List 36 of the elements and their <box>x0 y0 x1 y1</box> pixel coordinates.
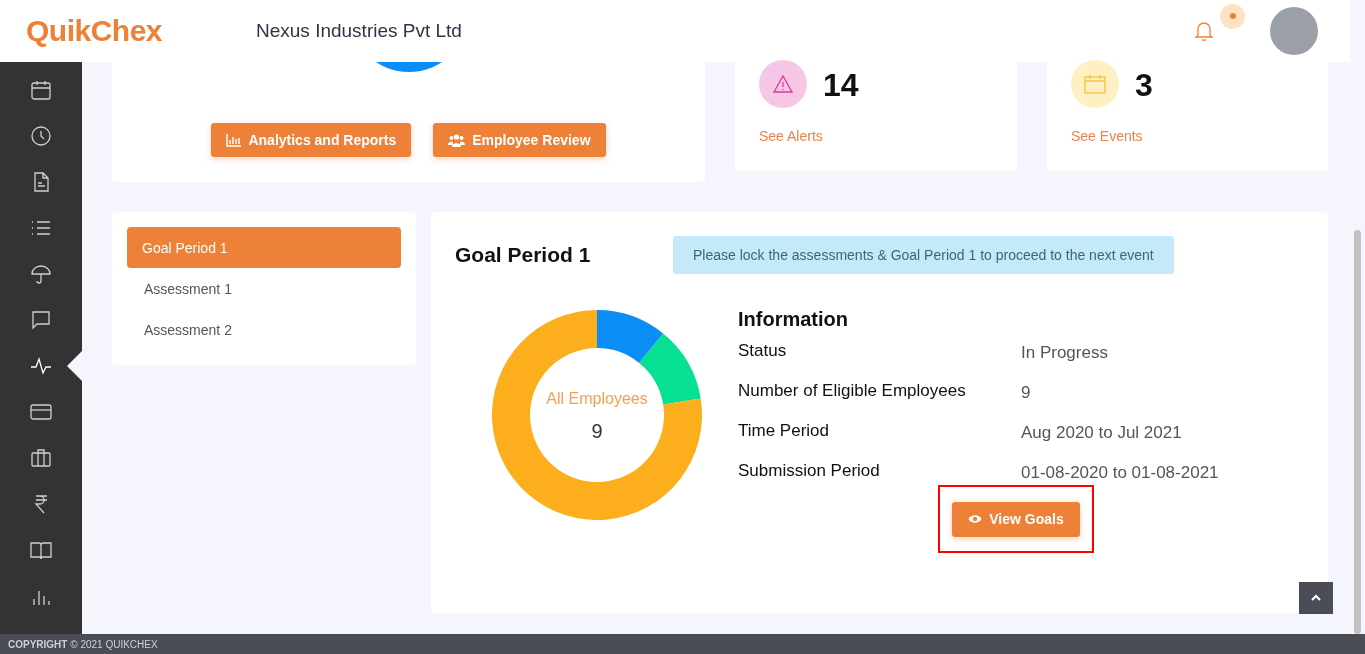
logo[interactable]: QuikChex <box>26 14 230 48</box>
company-name: Nexus Industries Pvt Ltd <box>256 20 462 42</box>
info-value: Aug 2020 to Jul 2021 <box>1021 423 1182 443</box>
see-link[interactable]: See Events <box>1071 128 1304 144</box>
info-value: 9 <box>1021 383 1031 403</box>
notice-banner: Please lock the assessments & Goal Period 1 to proceed to the next event <box>673 236 1174 274</box>
period-item[interactable]: Goal Period 1 <box>127 227 401 268</box>
info-value: In Progress <box>1021 343 1108 363</box>
stat-count: 14 <box>823 66 859 104</box>
period-item[interactable]: Assessment 1 <box>127 268 401 309</box>
review-button[interactable]: Employee Review <box>433 123 606 157</box>
period-item[interactable]: Assessment 2 <box>127 309 401 350</box>
info-label: Time Period <box>738 421 830 441</box>
avatar[interactable] <box>1270 7 1318 55</box>
view-goals-button[interactable]: View Goals <box>952 501 1080 537</box>
bar-chart-icon <box>226 133 242 147</box>
analytics-button[interactable]: Analytics and Reports <box>211 123 412 157</box>
period-title: Goal Period 1 <box>455 243 592 267</box>
eye-icon <box>968 514 983 524</box>
calendar-icon <box>1071 60 1119 108</box>
users-icon <box>448 133 466 147</box>
scroll-top-button[interactable] <box>1299 582 1333 614</box>
info-label: Number of Eligible Employees <box>738 381 967 401</box>
donut-total: 9 <box>591 420 603 443</box>
donut-label: All Employees <box>546 390 648 408</box>
bell-icon[interactable] <box>1194 20 1214 42</box>
info-label: Status <box>738 341 788 361</box>
info-heading: Information <box>738 308 849 331</box>
stat-count: 3 <box>1135 66 1153 104</box>
warning-icon <box>759 60 807 108</box>
info-label: Submission Period <box>738 461 881 481</box>
see-link[interactable]: See Alerts <box>759 128 993 144</box>
copyright-text: COPYRIGHT © 2021 QUIKCHEX <box>8 638 158 650</box>
notification-dot-icon[interactable] <box>1220 3 1245 29</box>
chevron-up-icon <box>1310 594 1322 602</box>
info-value: 01-08-2020 to 01-08-2021 <box>1021 463 1219 483</box>
